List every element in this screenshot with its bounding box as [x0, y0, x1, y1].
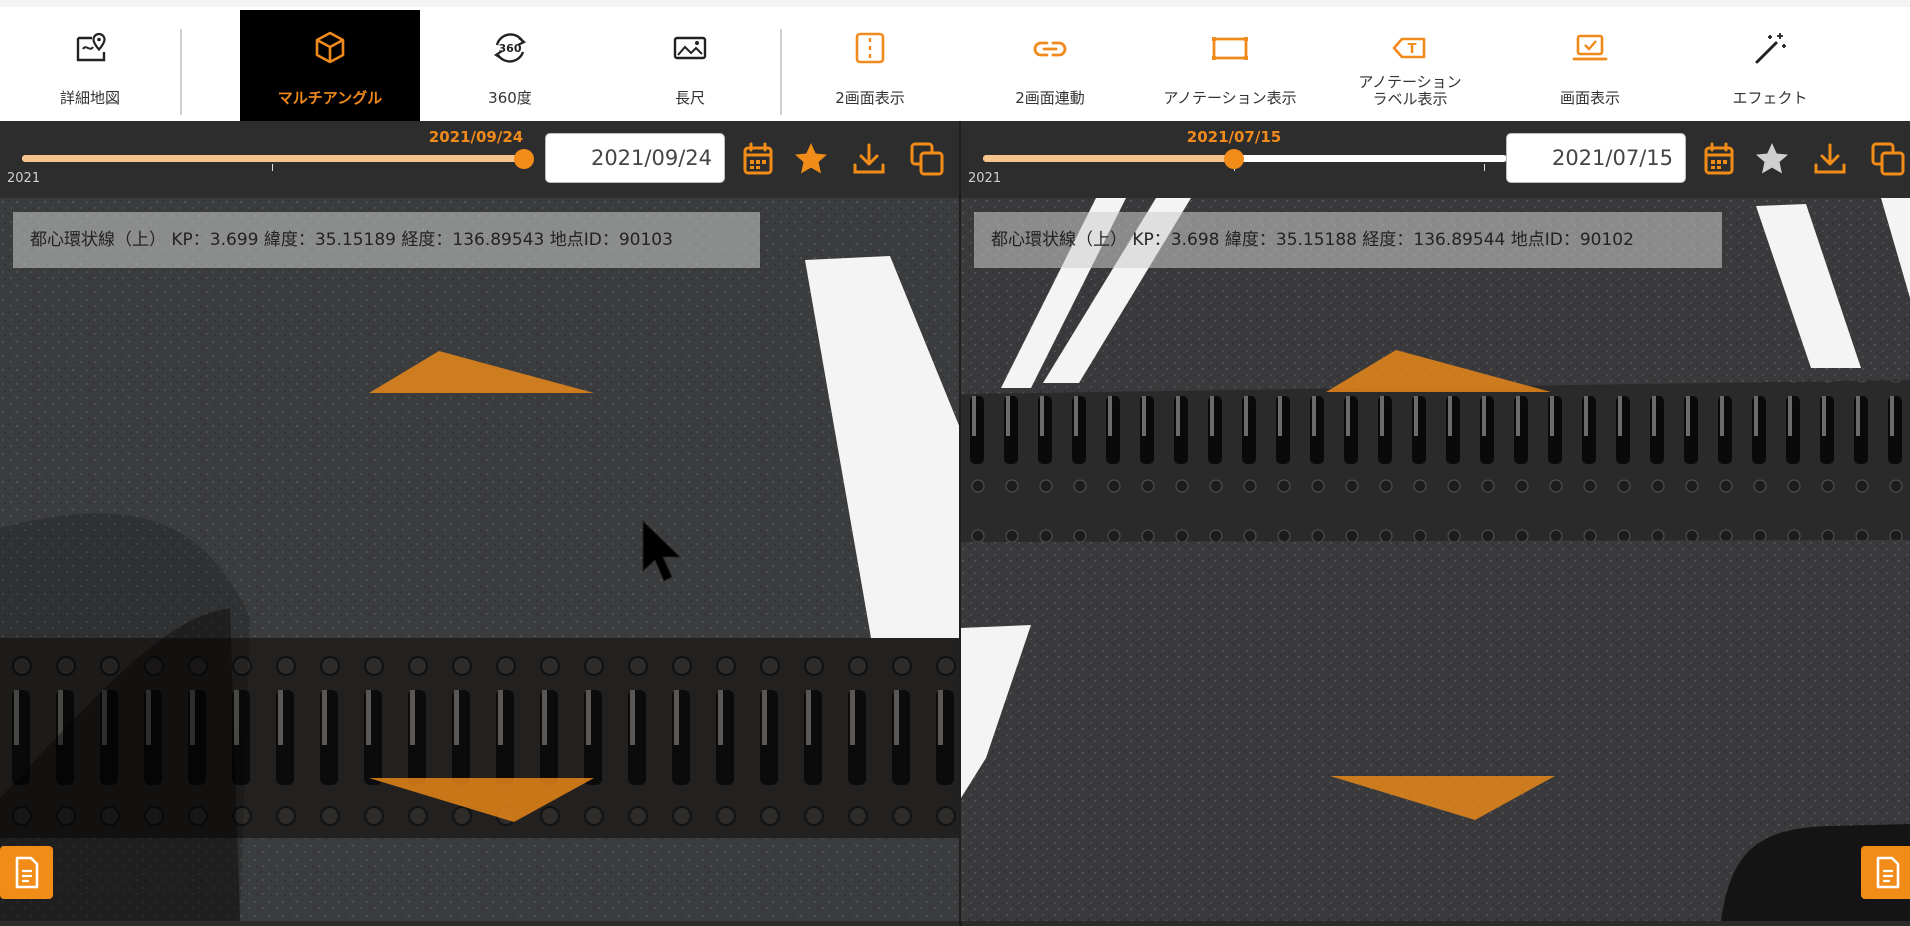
- date-slider-track[interactable]: [22, 155, 524, 162]
- tool-label: 詳細地図: [59, 89, 120, 107]
- slider-tick: [1484, 164, 1485, 171]
- tool-annotation-label-display[interactable]: T アノテーション ラベル表示: [1330, 10, 1490, 121]
- svg-text:360: 360: [499, 42, 522, 55]
- tool-360[interactable]: 360 360度: [450, 10, 570, 121]
- document-icon: [15, 856, 39, 889]
- slider-year-label: 2021: [968, 171, 1002, 186]
- tool-label: マルチアングル: [277, 89, 383, 107]
- arrow-forward-icon[interactable]: [1326, 347, 1551, 395]
- left-viewer: 2021/09/24 2021 2021/09/24 都心環状線（上） KP：3…: [0, 121, 960, 921]
- date-input[interactable]: [545, 133, 725, 183]
- tool-label: 2画面表示: [835, 89, 905, 107]
- left-control-bar: 2021/09/24 2021: [0, 121, 960, 198]
- date-slider-track[interactable]: [983, 155, 1507, 162]
- svg-text:T: T: [1408, 42, 1417, 57]
- tool-label: 360度: [488, 89, 532, 107]
- copy-icon[interactable]: [908, 140, 946, 178]
- arrow-forward-icon[interactable]: [369, 348, 594, 396]
- split-screen-icon: [855, 32, 885, 64]
- arrow-backward-icon[interactable]: [1330, 773, 1555, 823]
- tool-panorama[interactable]: 長尺: [630, 10, 750, 121]
- date-slider-thumb[interactable]: [1224, 149, 1244, 169]
- tool-screen-display[interactable]: 画面表示: [1530, 10, 1650, 121]
- tool-label: エフェクト: [1732, 89, 1808, 107]
- document-icon: [1876, 856, 1900, 889]
- toolbar-separator: [180, 29, 182, 115]
- toolbar: 詳細地図 マルチアングル 360 360度 長尺 2画面表示 2画面連動 アノテ…: [0, 0, 1910, 121]
- right-viewer: 2021/07/15 2021 2021/07/15 都心環状線（上） KP：3…: [961, 121, 1910, 921]
- location-info-bar: 都心環状線（上） KP：3.699 緯度：35.15189 経度：136.895…: [13, 212, 760, 268]
- date-slider-fill: [22, 155, 524, 162]
- calendar-icon[interactable]: [1700, 140, 1738, 178]
- tool-effect[interactable]: エフェクト: [1710, 10, 1830, 121]
- download-icon[interactable]: [850, 140, 888, 178]
- slider-date-label: 2021/09/24: [428, 128, 524, 146]
- tool-split-sync[interactable]: 2画面連動: [990, 10, 1110, 121]
- tool-label: 画面表示: [1559, 89, 1620, 107]
- link-icon: [1033, 41, 1067, 57]
- arrow-backward-icon[interactable]: [369, 775, 594, 825]
- document-button[interactable]: [1861, 846, 1910, 899]
- date-slider-thumb[interactable]: [514, 149, 534, 169]
- laptop-check-icon: [1572, 34, 1608, 61]
- favorite-star-icon[interactable]: [1753, 140, 1791, 178]
- tool-split-screen[interactable]: 2画面表示: [810, 10, 930, 121]
- rectangle-icon: [1212, 37, 1248, 60]
- document-button[interactable]: [0, 846, 53, 899]
- tool-label: ラベル表示: [1372, 90, 1448, 108]
- tool-label: アノテーション表示: [1163, 89, 1297, 107]
- right-control-bar: 2021/07/15 2021: [961, 121, 1910, 198]
- calendar-icon[interactable]: [739, 140, 777, 178]
- slider-year-label: 2021: [7, 171, 41, 186]
- tool-label: 長尺: [674, 89, 705, 107]
- date-slider-fill: [983, 155, 1234, 162]
- favorite-star-icon[interactable]: [792, 140, 830, 178]
- magic-wand-icon: [1755, 33, 1786, 64]
- download-icon[interactable]: [1811, 140, 1849, 178]
- tool-label: 2画面連動: [1015, 89, 1085, 107]
- toolbar-separator: [780, 29, 782, 115]
- map-pin-icon: [76, 32, 106, 62]
- mouse-pointer-icon: [642, 519, 682, 582]
- copy-icon[interactable]: [1869, 140, 1907, 178]
- tool-annotation-display[interactable]: アノテーション表示: [1150, 10, 1310, 121]
- landscape-image-icon: [673, 36, 707, 60]
- tool-multi-angle[interactable]: マルチアングル: [240, 10, 420, 121]
- text-tag-icon: T: [1392, 37, 1426, 59]
- slider-date-label: 2021/07/15: [1186, 128, 1282, 146]
- tool-label: アノテーション: [1358, 73, 1462, 91]
- cube-icon: [315, 31, 345, 64]
- slider-tick: [272, 164, 273, 171]
- date-input[interactable]: [1506, 133, 1686, 183]
- location-info-bar: 都心環状線（上） KP：3.698 緯度：35.15188 経度：136.895…: [974, 212, 1722, 268]
- rotate-360-icon: 360: [493, 33, 527, 63]
- tool-detail-map[interactable]: 詳細地図: [30, 10, 150, 121]
